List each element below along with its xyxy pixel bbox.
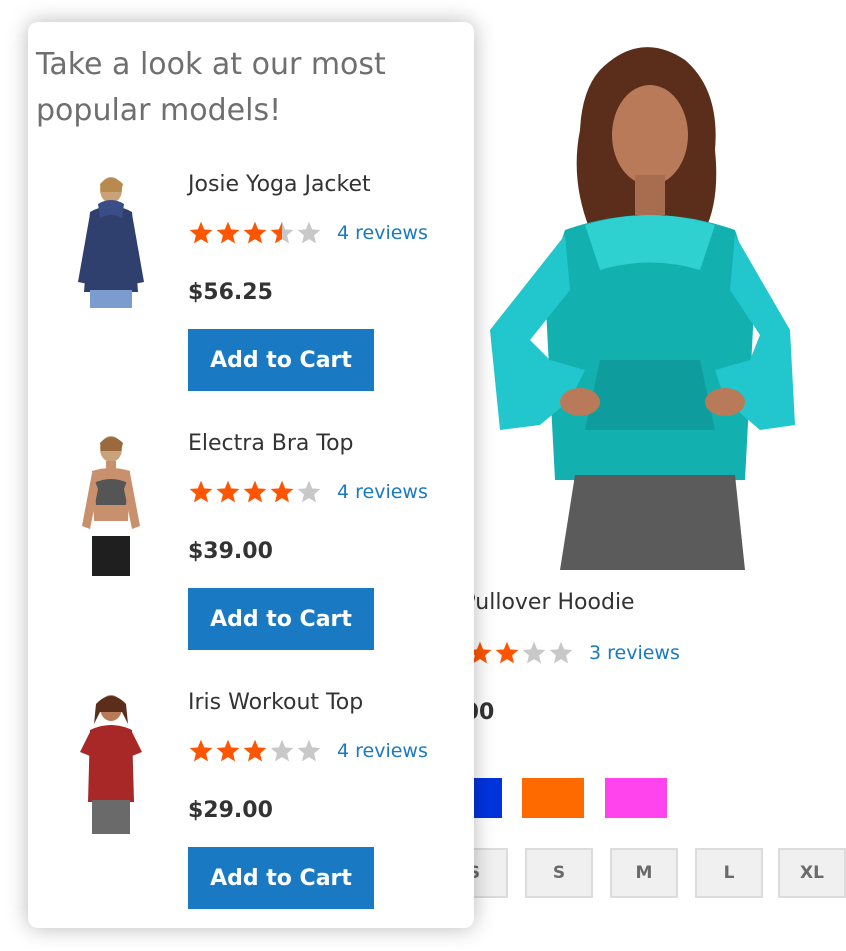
background-product-rating: 3 reviews — [440, 640, 680, 666]
star-icon — [521, 640, 547, 666]
product-thumbnail-workout-top[interactable] — [68, 690, 154, 840]
jacket-image — [78, 177, 144, 308]
model-hoodie-illustration — [490, 47, 795, 570]
product-name[interactable]: Josie Yoga Jacket — [188, 172, 371, 197]
size-option-m[interactable]: M — [610, 848, 678, 898]
popup-title: Take a look at our most popular models! — [36, 47, 386, 128]
star-icon — [494, 640, 520, 666]
size-option-s[interactable]: S — [525, 848, 593, 898]
rating-stars — [188, 220, 323, 246]
product-rating: 4 reviews — [188, 738, 428, 764]
star-icon — [548, 640, 574, 666]
size-option-l[interactable]: L — [695, 848, 763, 898]
reviews-link[interactable]: 3 reviews — [589, 642, 680, 664]
product-rating: 4 reviews — [188, 479, 428, 505]
star-icon — [296, 479, 322, 505]
product-price: $29.00 — [188, 798, 273, 823]
star-icon — [242, 479, 268, 505]
product-price: $39.00 — [188, 539, 273, 564]
product-item: Iris Workout Top 4 reviews $29.00 Add to… — [28, 690, 474, 928]
star-icon — [269, 738, 295, 764]
star-icon — [215, 479, 241, 505]
add-to-cart-button[interactable]: Add to Cart — [188, 588, 374, 650]
reviews-link[interactable]: 4 reviews — [337, 740, 428, 762]
bra-top-image — [82, 436, 140, 576]
product-item: Josie Yoga Jacket 4 reviews $56.25 Add t… — [28, 172, 474, 412]
add-to-cart-button[interactable]: Add to Cart — [188, 329, 374, 391]
reviews-link[interactable]: 4 reviews — [337, 481, 428, 503]
product-name[interactable]: Iris Workout Top — [188, 690, 363, 715]
star-icon — [269, 479, 295, 505]
product-photo-model-hoodie[interactable] — [470, 30, 810, 570]
size-option-xl[interactable]: XL — [778, 848, 846, 898]
add-to-cart-button[interactable]: Add to Cart — [188, 847, 374, 909]
star-icon — [215, 220, 241, 246]
product-price: $56.25 — [188, 280, 273, 305]
workout-top-image — [80, 695, 142, 834]
product-item: Electra Bra Top 4 reviews $39.00 Add to … — [28, 431, 474, 671]
star-icon — [188, 738, 214, 764]
product-name[interactable]: Electra Bra Top — [188, 431, 354, 456]
reviews-link[interactable]: 4 reviews — [337, 222, 428, 244]
star-icon — [188, 479, 214, 505]
star-icon — [269, 220, 295, 246]
product-thumbnail-jacket[interactable] — [68, 172, 154, 322]
rating-stars — [188, 479, 323, 505]
popular-models-popup: Take a look at our most popular models! … — [28, 22, 474, 928]
star-icon — [188, 220, 214, 246]
star-icon — [296, 738, 322, 764]
star-icon — [296, 220, 322, 246]
rating-stars — [188, 738, 323, 764]
star-icon — [242, 738, 268, 764]
product-thumbnail-bra-top[interactable] — [68, 431, 154, 581]
star-icon — [215, 738, 241, 764]
product-rating: 4 reviews — [188, 220, 428, 246]
color-swatch-pink[interactable] — [605, 778, 667, 818]
star-icon — [242, 220, 268, 246]
color-swatch-orange[interactable] — [522, 778, 584, 818]
